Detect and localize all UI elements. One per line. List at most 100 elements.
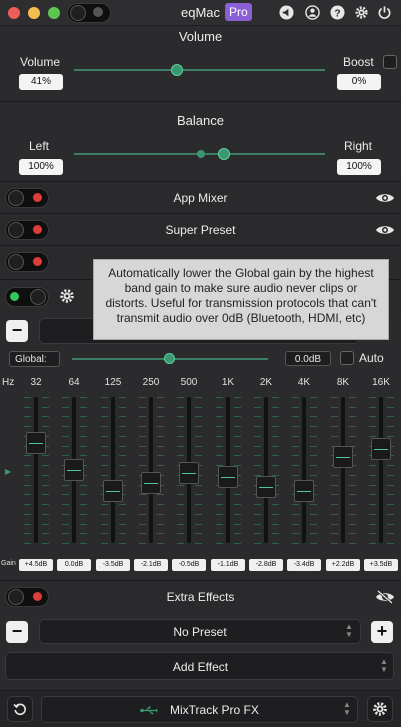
band-gain-value[interactable]: -3.5dB: [96, 559, 130, 571]
band-fader-handle[interactable]: [294, 480, 314, 502]
fader-tick: [177, 524, 184, 525]
fader-tick: [24, 465, 31, 466]
band-fader-handle[interactable]: [64, 459, 84, 481]
fader-tick: [195, 416, 202, 417]
fader-tick: [349, 543, 356, 544]
eye-icon[interactable]: [375, 192, 395, 204]
band-fader-handle[interactable]: [179, 462, 199, 484]
band-fader-track[interactable]: [111, 397, 115, 543]
fader-tick: [369, 533, 376, 534]
band-fader-track[interactable]: [264, 397, 268, 543]
add-effect-preset-button[interactable]: +: [371, 621, 393, 643]
band-gain-value[interactable]: +2.2dB: [326, 559, 360, 571]
band-gain-value[interactable]: -2.1dB: [134, 559, 168, 571]
eye-slash-icon[interactable]: [375, 590, 395, 604]
master-toggle[interactable]: [67, 3, 111, 23]
reset-button[interactable]: [7, 696, 33, 722]
remove-effect-preset-button[interactable]: −: [6, 621, 28, 643]
eye-icon[interactable]: [375, 224, 395, 236]
user-icon[interactable]: [305, 5, 320, 20]
volume-slider-thumb[interactable]: [171, 64, 183, 76]
close-window-button[interactable]: [8, 7, 20, 19]
output-device-dropdown[interactable]: MixTrack Pro FX ▲ ▼: [41, 696, 358, 723]
global-gain-value[interactable]: 0.0dB: [285, 351, 331, 366]
power-icon[interactable]: [377, 5, 392, 20]
fader-tick: [42, 475, 49, 476]
global-gain-slider-thumb[interactable]: [164, 353, 175, 364]
fader-tick: [234, 455, 241, 456]
band-gain-value[interactable]: -1.1dB: [211, 559, 245, 571]
fader-tick: [157, 436, 164, 437]
fader-tick: [62, 416, 69, 417]
add-effect-dropdown[interactable]: Add Effect ▲ ▼: [5, 652, 394, 680]
fader-tick: [292, 533, 299, 534]
band-gain-value[interactable]: -3.4dB: [287, 559, 321, 571]
fader-tick: [216, 397, 223, 398]
band-gain-value[interactable]: +4.5dB: [19, 559, 53, 571]
fader-tick: [80, 543, 87, 544]
fader-tick: [272, 524, 279, 525]
boost-value[interactable]: 0%: [337, 74, 381, 90]
settings-icon[interactable]: [354, 5, 369, 20]
fader-tick: [62, 436, 69, 437]
fader-tick: [234, 524, 241, 525]
equalizer-settings-icon[interactable]: [59, 288, 75, 304]
band-fader-handle[interactable]: [371, 438, 391, 460]
fader-tick: [24, 504, 31, 505]
fader-tick: [195, 407, 202, 408]
reset-icon: [13, 703, 26, 716]
output-settings-button[interactable]: [367, 696, 393, 722]
fader-tick: [101, 533, 108, 534]
band-fader-track[interactable]: [34, 397, 38, 543]
band-fader-handle[interactable]: [103, 480, 123, 502]
fader-tick: [369, 436, 376, 437]
balance-right-value[interactable]: 100%: [337, 159, 381, 175]
volume-slider-track[interactable]: [74, 69, 325, 71]
band-fader-handle[interactable]: [218, 466, 238, 488]
hidden-module-toggle[interactable]: [5, 252, 49, 272]
fader-tick: [310, 436, 317, 437]
fader-tick: [139, 465, 146, 466]
fader-tick: [331, 436, 338, 437]
fader-tick: [387, 533, 394, 534]
volume-value[interactable]: 41%: [19, 74, 63, 90]
remove-preset-button[interactable]: −: [6, 320, 28, 342]
band-fader-track[interactable]: [149, 397, 153, 543]
equalizer-toggle[interactable]: [5, 287, 49, 307]
balance-left-value[interactable]: 100%: [19, 159, 63, 175]
band-gain-value[interactable]: +3.5dB: [364, 559, 398, 571]
band-gain-value[interactable]: -2.8dB: [249, 559, 283, 571]
band-fader-track[interactable]: [302, 397, 306, 543]
band-fader-handle[interactable]: [333, 446, 353, 468]
fader-tick: [42, 533, 49, 534]
megaphone-icon[interactable]: [279, 5, 294, 20]
minimize-window-button[interactable]: [28, 7, 40, 19]
auto-checkbox[interactable]: [340, 351, 354, 365]
band-fader-track[interactable]: [341, 397, 345, 543]
balance-slider-thumb[interactable]: [218, 148, 230, 160]
effects-preset-dropdown[interactable]: No Preset ▲ ▼: [39, 619, 361, 644]
band-fader-track[interactable]: [379, 397, 383, 543]
fader-tick: [292, 436, 299, 437]
boost-checkbox[interactable]: [383, 55, 397, 69]
fader-tick: [80, 416, 87, 417]
zoom-window-button[interactable]: [48, 7, 60, 19]
fader-tick: [62, 514, 69, 515]
help-icon[interactable]: ?: [330, 5, 345, 20]
fader-tick: [387, 504, 394, 505]
fader-tick: [177, 436, 184, 437]
fader-tick: [119, 533, 126, 534]
fader-tick: [119, 446, 126, 447]
fader-tick: [292, 446, 299, 447]
band-fader-handle[interactable]: [26, 432, 46, 454]
fader-tick: [80, 524, 87, 525]
fader-tick: [292, 407, 299, 408]
fader-tick: [139, 455, 146, 456]
band-gain-value[interactable]: 0.0dB: [57, 559, 91, 571]
fader-tick: [310, 475, 317, 476]
band-gain-value[interactable]: -0.5dB: [172, 559, 206, 571]
fader-tick: [195, 543, 202, 544]
fader-handle-line: [29, 443, 43, 444]
band-fader-handle[interactable]: [141, 472, 161, 494]
band-fader-handle[interactable]: [256, 476, 276, 498]
